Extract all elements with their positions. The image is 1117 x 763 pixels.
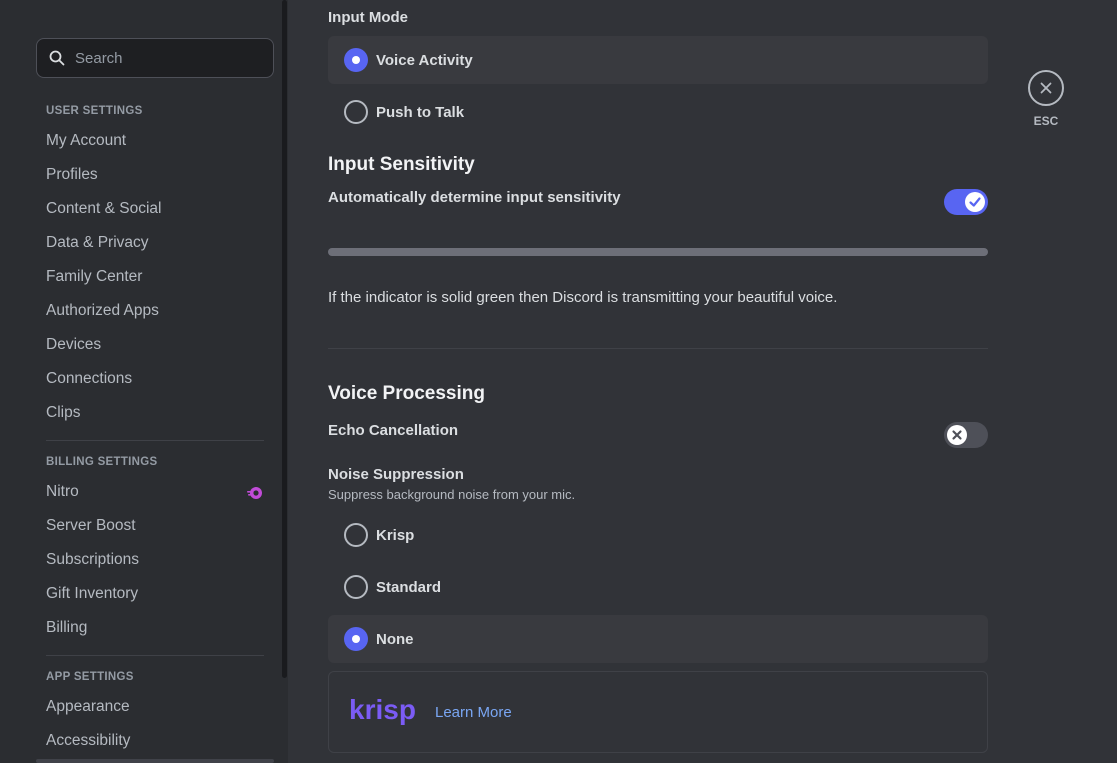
sidebar-item-appearance[interactable]: Appearance: [36, 691, 274, 723]
radio-standard[interactable]: Standard: [328, 563, 988, 611]
close-button[interactable]: [1028, 70, 1064, 106]
echo-cancellation-toggle[interactable]: [944, 422, 988, 448]
billing-settings-header: BILLING SETTINGS: [46, 456, 158, 468]
sidebar-item-accessibility[interactable]: Accessibility: [36, 725, 274, 757]
check-icon: [969, 197, 981, 207]
search-box[interactable]: [36, 38, 274, 78]
sidebar-divider: [46, 440, 264, 441]
search-input[interactable]: [75, 49, 245, 67]
sidebar-item-authorized-apps[interactable]: Authorized Apps: [36, 295, 274, 327]
radio-button[interactable]: [344, 575, 368, 599]
sidebar-item-clips[interactable]: Clips: [36, 397, 274, 429]
sidebar-item-server-boost[interactable]: Server Boost: [36, 510, 274, 542]
radio-voice-activity[interactable]: Voice Activity: [328, 36, 988, 84]
radio-push-to-talk[interactable]: Push to Talk: [328, 88, 988, 136]
radio-label: Krisp: [376, 526, 415, 544]
voice-processing-heading: Voice Processing: [328, 383, 485, 404]
krisp-logo: krisp: [349, 695, 416, 725]
user-settings-header: USER SETTINGS: [46, 105, 143, 117]
sidebar-item-gift-inventory[interactable]: Gift Inventory: [36, 578, 274, 610]
esc-label: ESC: [1033, 114, 1059, 128]
radio-label: Standard: [376, 578, 442, 596]
sidebar-item-my-account[interactable]: My Account: [36, 125, 274, 157]
auto-sensitivity-toggle[interactable]: [944, 189, 988, 215]
x-icon: [952, 430, 962, 440]
toggle-knob: [947, 425, 967, 445]
search-icon: [49, 50, 65, 66]
radio-button-checked[interactable]: [344, 48, 368, 72]
sidebar-item-voice-video[interactable]: [36, 759, 274, 763]
sidebar-item-family-center[interactable]: Family Center: [36, 261, 274, 293]
sidebar-divider: [46, 655, 264, 656]
input-mode-label: Input Mode: [328, 9, 408, 26]
radio-label: Voice Activity: [376, 51, 473, 69]
sidebar-item-nitro[interactable]: Nitro: [36, 476, 274, 508]
svg-text:krisp: krisp: [349, 695, 416, 725]
radio-button-checked[interactable]: [344, 627, 368, 651]
sidebar-item-devices[interactable]: Devices: [36, 329, 274, 361]
krisp-promo: krisp Learn More: [328, 671, 988, 753]
noise-suppression-description: Suppress background noise from your mic.: [328, 487, 576, 502]
echo-cancellation-label: Echo Cancellation: [328, 422, 459, 439]
noise-suppression-label: Noise Suppression: [328, 466, 464, 483]
radio-button[interactable]: [344, 100, 368, 124]
sidebar-item-connections[interactable]: Connections: [36, 363, 274, 395]
input-sensitivity-heading: Input Sensitivity: [328, 154, 475, 175]
indicator-help-text: If the indicator is solid green then Dis…: [328, 289, 838, 306]
auto-sensitivity-label: Automatically determine input sensitivit…: [328, 189, 621, 206]
sidebar-item-billing[interactable]: Billing: [36, 612, 274, 644]
sidebar-item-subscriptions[interactable]: Subscriptions: [36, 544, 274, 576]
sidebar-item-profiles[interactable]: Profiles: [36, 159, 274, 191]
sidebar-item-content-social[interactable]: Content & Social: [36, 193, 274, 225]
close-icon: [1040, 82, 1052, 94]
radio-none[interactable]: None: [328, 615, 988, 663]
radio-label: None: [376, 630, 414, 648]
learn-more-link[interactable]: Learn More: [435, 704, 512, 721]
input-sensitivity-indicator: [328, 248, 988, 256]
sidebar-item-data-privacy[interactable]: Data & Privacy: [36, 227, 274, 259]
toggle-knob: [965, 192, 985, 212]
app-settings-header: APP SETTINGS: [46, 671, 134, 683]
nitro-icon: [247, 487, 262, 499]
sidebar-scrollbar[interactable]: [282, 0, 287, 678]
radio-krisp[interactable]: Krisp: [328, 511, 988, 559]
radio-label: Push to Talk: [376, 103, 465, 121]
section-divider: [328, 348, 988, 349]
radio-button[interactable]: [344, 523, 368, 547]
